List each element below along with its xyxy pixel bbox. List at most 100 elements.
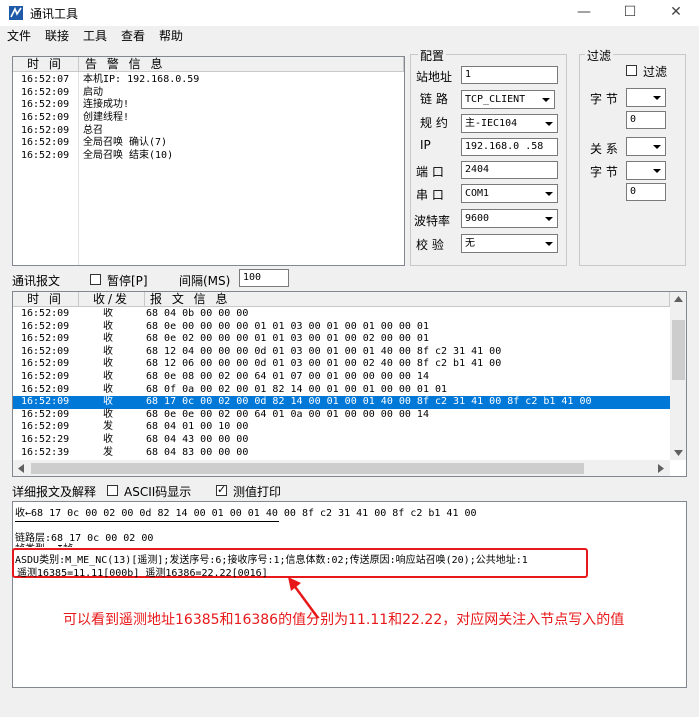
comm-vscrollbar[interactable] (670, 292, 686, 460)
filter-relation-select[interactable] (626, 137, 666, 156)
close-button[interactable]: ✕ (653, 0, 699, 26)
alarm-message: 连接成功! (83, 99, 130, 111)
alarm-message: 本机IP: 192.168.0.59 (83, 74, 200, 85)
filter-value1-input[interactable]: 0 (626, 111, 666, 129)
table-row[interactable]: 16:52:09 收 68 0f 0a 00 02 00 01 82 14 00 0… (13, 384, 670, 397)
scroll-right-icon[interactable] (658, 464, 664, 473)
row-time: 16:52:09 (21, 320, 70, 332)
table-row[interactable]: 16:52:09 收 68 0e 08 00 02 00 64 01 07 00 0… (13, 371, 670, 384)
filter-checkbox-label: 过滤 (643, 65, 668, 79)
alarm-time-column: 16:52:07 16:52:09 16:52:09 16:52:09 16:52:09… (21, 74, 81, 163)
filter-checkbox[interactable] (626, 65, 637, 76)
alarm-col-info[interactable]: 告 警 信 息 (79, 57, 404, 72)
menu-file[interactable]: 文件 (7, 27, 31, 44)
row-message: 68 0e 0e 00 02 00 64 01 0a 00 01 00 00 0… (146, 408, 429, 420)
chevron-down-icon (541, 116, 556, 131)
row-direction: 收 (103, 320, 113, 332)
protocol-select[interactable]: 主-IEC104 (461, 114, 558, 133)
alarm-message: 创建线程! (83, 112, 130, 124)
menu-help[interactable]: 帮助 (159, 27, 183, 44)
row-message: 68 17 0c 00 02 00 0d 82 14 00 01 00 01 4… (146, 396, 592, 408)
baud-select[interactable]: 9600 (461, 209, 558, 228)
parity-label: 校 验 (416, 238, 444, 252)
comm-hscrollbar[interactable] (13, 460, 670, 476)
chevron-down-icon (649, 139, 664, 154)
port-label: 端 口 (416, 165, 444, 179)
row-time: 16:52:09 (21, 383, 70, 395)
station-input[interactable]: 1 (461, 66, 558, 84)
menu-tools[interactable]: 工具 (83, 27, 107, 44)
row-message: 68 0f 0a 00 02 00 01 82 14 00 01 00 01 0… (146, 383, 448, 395)
port-input[interactable]: 2404 (461, 161, 558, 179)
filter-byte-select[interactable] (626, 88, 666, 107)
config-title: 配置 (418, 47, 447, 64)
ascii-label: ASCII码显示 (124, 485, 192, 499)
row-time: 16:52:09 (21, 396, 70, 408)
table-row[interactable]: 16:52:09 收 68 12 06 00 00 00 0d 01 03 00 0… (13, 358, 670, 371)
comm-hscroll-thumb[interactable] (31, 463, 584, 474)
row-direction: 收 (103, 434, 113, 445)
chevron-down-icon (649, 90, 664, 105)
comm-log[interactable]: 时 间 收/发 报 文 信 息 16:52:09 收 68 04 0b 00 00 … (12, 291, 687, 477)
table-row[interactable]: 16:52:39 发 68 04 83 00 00 00 (13, 447, 670, 460)
comm-rows: 16:52:09 收 68 04 0b 00 00 00 16:52:09 收 68 0e… (13, 308, 670, 460)
table-row[interactable]: 16:52:29 收 68 04 43 00 00 00 (13, 434, 670, 447)
table-row[interactable]: 16:52:09 收 68 0e 02 00 00 00 01 01 03 00 0… (13, 333, 670, 346)
row-direction: 收 (103, 358, 113, 370)
alarm-time: 16:52:09 (21, 137, 70, 149)
ascii-checkbox[interactable] (107, 485, 118, 496)
detail-frame-type: 帧类型: I帧 (15, 540, 73, 547)
scroll-up-icon[interactable] (674, 296, 683, 302)
serial-select[interactable]: COM1 (461, 184, 558, 203)
station-label: 站地址 (416, 70, 453, 84)
chevron-down-icon (649, 163, 664, 178)
link-label: 链 路 (420, 92, 448, 106)
row-message: 68 12 06 00 00 00 0d 01 03 00 01 00 02 4… (146, 358, 502, 370)
comm-vscroll-thumb[interactable] (672, 320, 685, 380)
menu-view[interactable]: 查看 (121, 27, 145, 44)
serial-label: 串 口 (416, 188, 444, 202)
table-row[interactable]: 16:52:09 收 68 12 04 00 00 00 0d 01 03 00 0… (13, 346, 670, 359)
print-checkbox[interactable] (216, 483, 227, 496)
alarm-col-time[interactable]: 时 间 (13, 57, 79, 72)
alarm-log[interactable]: 时 间 告 警 信 息 16:52:07 16:52:09 16:52:09 16:5… (12, 56, 405, 266)
row-direction: 收 (103, 396, 113, 408)
table-row[interactable]: 16:52:09 收 68 0e 00 00 00 00 01 01 03 00 0… (13, 321, 670, 334)
comm-col-message[interactable]: 报 文 信 息 (145, 292, 670, 307)
comm-col-direction[interactable]: 收/发 (79, 292, 145, 307)
filter-byte2-select[interactable] (626, 161, 666, 180)
row-time: 16:52:39 (21, 446, 70, 458)
alarm-time: 16:52:07 (21, 74, 70, 85)
minimize-button[interactable]: — (561, 0, 607, 26)
parity-select[interactable]: 无 (461, 234, 558, 253)
table-row[interactable]: 16:52:09 发 68 04 01 00 10 00 (13, 421, 670, 434)
scroll-left-icon[interactable] (18, 464, 24, 473)
parity-select-value: 无 (465, 238, 475, 249)
interval-label: 间隔(MS) (179, 274, 231, 288)
table-row[interactable]: 16:52:09 收 68 0e 0e 00 02 00 64 01 0a 00 0… (13, 409, 670, 422)
interval-input[interactable]: 100 (239, 269, 289, 287)
comm-col-time[interactable]: 时 间 (13, 292, 79, 307)
maximize-button[interactable]: ☐ (607, 0, 653, 26)
ip-label: IP (420, 138, 431, 152)
menu-connect[interactable]: 联接 (45, 27, 69, 44)
row-direction: 发 (103, 446, 113, 458)
ip-input[interactable]: 192.168.0 .58 (461, 138, 558, 156)
filter-byte-label: 字 节 (590, 92, 618, 106)
table-row[interactable]: 16:52:09 收 68 17 0c 00 02 00 0d 82 14 00 0… (13, 396, 670, 409)
detail-panel[interactable]: 收←68 17 0c 00 02 00 0d 82 14 00 01 00 01… (12, 501, 687, 688)
detail-label: 详细报文及解释 (12, 485, 97, 499)
detail-values-line: 遥测16385=11.11[000b] 遥测16386=22.22[0016] (17, 568, 268, 579)
link-select-value: TCP_CLIENT (465, 94, 526, 105)
row-message: 68 0e 02 00 00 00 01 01 03 00 01 00 02 0… (146, 333, 429, 345)
table-row[interactable]: 16:52:09 收 68 04 0b 00 00 00 (13, 308, 670, 321)
filter-value2-input[interactable]: 0 (626, 183, 666, 201)
scroll-down-icon[interactable] (674, 450, 683, 456)
pause-checkbox[interactable] (90, 274, 101, 285)
row-time: 16:52:29 (21, 434, 70, 445)
chevron-down-icon (538, 92, 553, 107)
alarm-time: 16:52:09 (21, 150, 70, 162)
link-select[interactable]: TCP_CLIENT (461, 90, 555, 109)
row-message: 68 04 0b 00 00 00 (146, 308, 249, 319)
alarm-time: 16:52:09 (21, 86, 70, 98)
